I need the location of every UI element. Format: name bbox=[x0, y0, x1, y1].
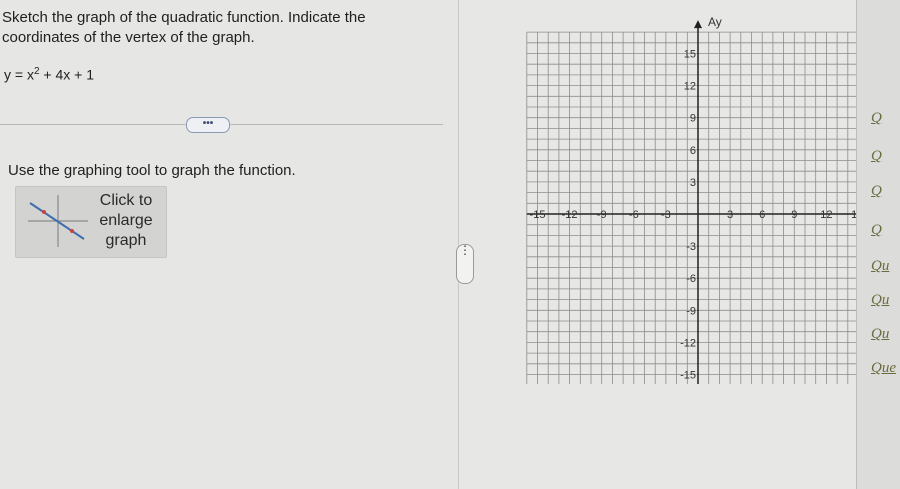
function-equation: y = x2 + 4x + 1 bbox=[4, 66, 94, 83]
enlarge-graph-label: Click to enlarge graph bbox=[89, 191, 163, 251]
enlarge-line-1: Click to bbox=[99, 192, 153, 209]
x-tick-label: 3 bbox=[727, 209, 733, 221]
y-tick-label: 15 bbox=[684, 49, 696, 61]
x-tick-label: -3 bbox=[661, 209, 671, 221]
question-line-1: Sketch the graph of the quadratic functi… bbox=[2, 9, 366, 26]
y-tick-label: -15 bbox=[680, 370, 696, 382]
question-nav-link[interactable]: Qu bbox=[871, 326, 889, 343]
question-nav-link[interactable]: Q bbox=[871, 222, 882, 239]
question-pane: Sketch the graph of the quadratic functi… bbox=[0, 0, 458, 489]
x-tick-label: -12 bbox=[562, 209, 578, 221]
equation-prefix: y = x bbox=[4, 66, 34, 83]
y-tick-label: -12 bbox=[680, 337, 696, 349]
y-tick-label: 12 bbox=[684, 81, 696, 93]
x-tick-label: 12 bbox=[820, 209, 832, 221]
question-nav-link[interactable]: Q bbox=[871, 110, 882, 127]
y-tick-label: -3 bbox=[686, 241, 696, 253]
enlarge-line-3: graph bbox=[105, 232, 147, 249]
x-tick-label: 9 bbox=[791, 209, 797, 221]
question-nav-link[interactable]: Q bbox=[871, 183, 882, 200]
y-axis-arrow-icon bbox=[694, 20, 702, 29]
splitter-dots-icon: ⋮ bbox=[459, 243, 471, 257]
y-tick-label: 3 bbox=[690, 177, 696, 189]
enlarge-line-2: enlarge bbox=[99, 212, 153, 229]
question-text: Sketch the graph of the quadratic functi… bbox=[2, 8, 442, 48]
instruction-text: Use the graphing tool to graph the funct… bbox=[8, 162, 296, 179]
coordinate-grid[interactable]: -15 -12 -9 -6 -3 3 6 9 12 11512963-3-6-9-12-15 Ay bbox=[513, 14, 883, 384]
x-tick-label: -15 bbox=[530, 209, 546, 221]
y-axis-label: Ay bbox=[708, 15, 722, 29]
question-nav-link[interactable]: Qu bbox=[871, 258, 889, 275]
x-tick-label: -6 bbox=[629, 209, 639, 221]
question-nav-link[interactable]: Qu bbox=[871, 292, 889, 309]
x-tick-label: 6 bbox=[759, 209, 765, 221]
pane-splitter-handle[interactable]: ⋮ bbox=[456, 244, 474, 284]
question-nav-link[interactable]: Q bbox=[871, 148, 882, 165]
graph-thumbnail-icon bbox=[28, 195, 88, 247]
y-tick-label: -9 bbox=[686, 305, 696, 317]
y-tick-label: -6 bbox=[686, 273, 696, 285]
question-line-2: coordinates of the vertex of the graph. bbox=[2, 29, 255, 46]
enlarge-graph-button[interactable]: Click to enlarge graph bbox=[15, 186, 167, 258]
question-list-panel: Q Q Q Q Qu Qu Qu Que bbox=[856, 0, 900, 489]
more-options-button[interactable]: ••• bbox=[186, 117, 230, 133]
y-tick-label: 6 bbox=[690, 145, 696, 157]
equation-suffix: + 4x + 1 bbox=[39, 66, 95, 83]
y-tick-label: 9 bbox=[690, 113, 696, 125]
x-tick-label: -9 bbox=[597, 209, 607, 221]
question-nav-link[interactable]: Que bbox=[871, 360, 896, 377]
